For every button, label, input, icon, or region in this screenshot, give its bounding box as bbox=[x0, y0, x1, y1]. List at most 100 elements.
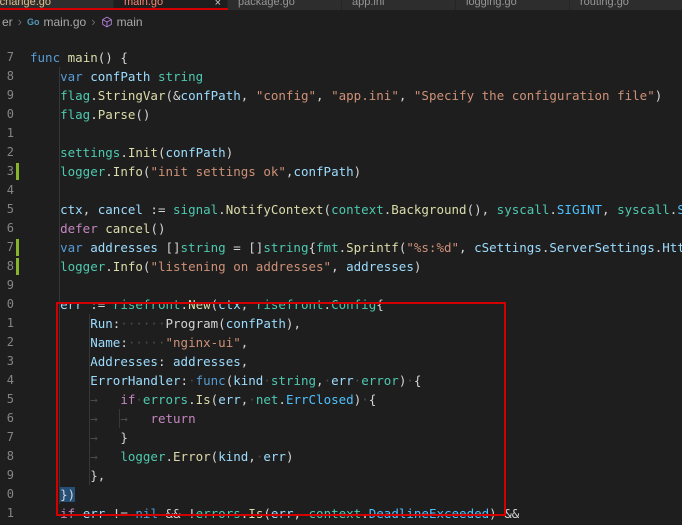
code-line[interactable]: 4 bbox=[0, 181, 682, 200]
gutter-spacer bbox=[14, 181, 22, 200]
code-text bbox=[22, 181, 30, 200]
code-text: → } bbox=[22, 428, 128, 447]
line-number[interactable]: 8 bbox=[0, 447, 14, 466]
line-number[interactable]: 0 bbox=[0, 105, 14, 124]
tab-label: routing.go bbox=[580, 0, 629, 8]
code-text: }, bbox=[22, 466, 105, 485]
line-number[interactable]: 9 bbox=[0, 86, 14, 105]
tab-label: package.go bbox=[238, 0, 295, 8]
code-text: ctx, cancel := signal.NotifyContext(cont… bbox=[22, 200, 682, 219]
code-line[interactable]: 7 func main() { bbox=[0, 48, 682, 67]
code-text: flag.Parse() bbox=[22, 105, 150, 124]
line-number[interactable]: 1 bbox=[0, 504, 14, 523]
code-text: settings.Init(confPath) bbox=[22, 143, 233, 162]
code-line[interactable]: 4 ErrorHandler:·func(kind·string,·err·er… bbox=[0, 371, 682, 390]
code-line[interactable]: 7 → } bbox=[0, 428, 682, 447]
breadcrumb-item-file[interactable]: main.go bbox=[44, 15, 87, 29]
chevron-right-icon: › bbox=[91, 14, 95, 29]
code-line[interactable]: 1 if err != nil && !errors.Is(err, conte… bbox=[0, 504, 682, 523]
gutter-spacer bbox=[14, 124, 22, 143]
line-number[interactable]: 9 bbox=[0, 276, 14, 295]
gutter-spacer bbox=[14, 219, 22, 238]
line-number[interactable]: 9 bbox=[0, 466, 14, 485]
gutter-spacer bbox=[14, 314, 22, 333]
code-text: err := risefront.New(ctx, risefront.Conf… bbox=[22, 295, 384, 314]
gutter-spacer bbox=[14, 409, 22, 428]
line-number[interactable]: 5 bbox=[0, 200, 14, 219]
code-line[interactable]: 6 → → return bbox=[0, 409, 682, 428]
code-line[interactable]: 6 defer cancel() bbox=[0, 219, 682, 238]
code-line[interactable]: 9 bbox=[0, 276, 682, 295]
code-line[interactable]: 1 bbox=[0, 124, 682, 143]
line-number[interactable]: 4 bbox=[0, 181, 14, 200]
line-number[interactable]: 7 bbox=[0, 428, 14, 447]
line-number[interactable]: 2 bbox=[0, 333, 14, 352]
tab-app.ini[interactable]: app.ini bbox=[342, 0, 456, 10]
code-line[interactable]: 8 logger.Info("listening on addresses", … bbox=[0, 257, 682, 276]
line-number[interactable]: 2 bbox=[0, 143, 14, 162]
line-number[interactable]: 0 bbox=[0, 485, 14, 504]
code-line[interactable]: 1 Run:······Program(confPath), bbox=[0, 314, 682, 333]
code-line[interactable]: 9 }, bbox=[0, 466, 682, 485]
line-number[interactable]: 1 bbox=[0, 314, 14, 333]
code-line[interactable]: 2 settings.Init(confPath) bbox=[0, 143, 682, 162]
code-line[interactable]: 5 → if·errors.Is(err,·net.ErrClosed)·{ bbox=[0, 390, 682, 409]
code-text: → if·errors.Is(err,·net.ErrClosed)·{ bbox=[22, 390, 376, 409]
tab-label: exchange.go bbox=[0, 0, 51, 8]
code-text: Addresses: addresses, bbox=[22, 352, 248, 371]
code-line[interactable]: 0 }) bbox=[0, 485, 682, 504]
line-number[interactable]: 8 bbox=[0, 257, 14, 276]
code-text: Name:·····"nginx-ui", bbox=[22, 333, 248, 352]
line-number[interactable]: 6 bbox=[0, 219, 14, 238]
gutter-spacer bbox=[14, 371, 22, 390]
line-number[interactable]: 5 bbox=[0, 390, 14, 409]
tab-routing.go[interactable]: routing.go bbox=[570, 0, 682, 10]
active-tab-underline bbox=[0, 8, 228, 10]
code-line[interactable]: 0 flag.Parse() bbox=[0, 105, 682, 124]
editor[interactable]: 7func main() {8 var confPath string9 fla… bbox=[0, 33, 682, 525]
code-text bbox=[22, 124, 30, 143]
code-line[interactable]: 8 var confPath string bbox=[0, 67, 682, 86]
code-line[interactable]: 0 err := risefront.New(ctx, risefront.Co… bbox=[0, 295, 682, 314]
code-line[interactable]: 2 Name:·····"nginx-ui", bbox=[0, 333, 682, 352]
code-area[interactable]: 7func main() {8 var confPath string9 fla… bbox=[0, 48, 682, 523]
line-number[interactable]: 4 bbox=[0, 371, 14, 390]
line-number[interactable]: 3 bbox=[0, 162, 14, 181]
line-number[interactable]: 7 bbox=[0, 48, 14, 67]
gutter-change-marker bbox=[14, 238, 22, 257]
code-line[interactable]: 3 logger.Info("init settings ok",confPat… bbox=[0, 162, 682, 181]
code-line[interactable]: 3 Addresses: addresses, bbox=[0, 352, 682, 371]
code-line[interactable]: 5 ctx, cancel := signal.NotifyContext(co… bbox=[0, 200, 682, 219]
breadcrumb: er › Go main.go › main bbox=[0, 10, 682, 33]
gutter-spacer bbox=[14, 276, 22, 295]
gutter-spacer bbox=[14, 143, 22, 162]
code-text: flag.StringVar(&confPath, "config", "app… bbox=[22, 86, 662, 105]
code-text: logger.Info("listening on addresses", ad… bbox=[22, 257, 421, 276]
tab-package.go[interactable]: package.go bbox=[228, 0, 342, 10]
gutter-spacer bbox=[14, 105, 22, 124]
line-number[interactable]: 6 bbox=[0, 409, 14, 428]
tab-logging.go[interactable]: logging.go bbox=[456, 0, 570, 10]
code-text bbox=[22, 276, 30, 295]
code-text: }) bbox=[22, 485, 75, 504]
chevron-right-icon: › bbox=[18, 14, 22, 29]
tab-label: main.go bbox=[124, 0, 163, 8]
tab-label: logging.go bbox=[466, 0, 517, 8]
code-text: var confPath string bbox=[22, 67, 203, 86]
code-text: defer cancel() bbox=[22, 219, 166, 238]
line-number[interactable]: 7 bbox=[0, 238, 14, 257]
line-number[interactable]: 0 bbox=[0, 295, 14, 314]
breadcrumb-item-symbol[interactable]: main bbox=[117, 15, 143, 29]
code-text: ErrorHandler:·func(kind·string,·err·erro… bbox=[22, 371, 421, 390]
gutter-spacer bbox=[14, 504, 22, 523]
breadcrumb-item-parent[interactable]: er bbox=[2, 15, 13, 29]
code-line[interactable]: 8 → logger.Error(kind,·err) bbox=[0, 447, 682, 466]
gutter-spacer bbox=[14, 48, 22, 67]
code-line[interactable]: 9 flag.StringVar(&confPath, "config", "a… bbox=[0, 86, 682, 105]
line-number[interactable]: 8 bbox=[0, 67, 14, 86]
line-number[interactable]: 3 bbox=[0, 352, 14, 371]
code-text: func main() { bbox=[22, 48, 128, 67]
code-line[interactable]: 7 var addresses []string = []string{fmt.… bbox=[0, 238, 682, 257]
line-number[interactable]: 1 bbox=[0, 124, 14, 143]
gutter-spacer bbox=[14, 86, 22, 105]
